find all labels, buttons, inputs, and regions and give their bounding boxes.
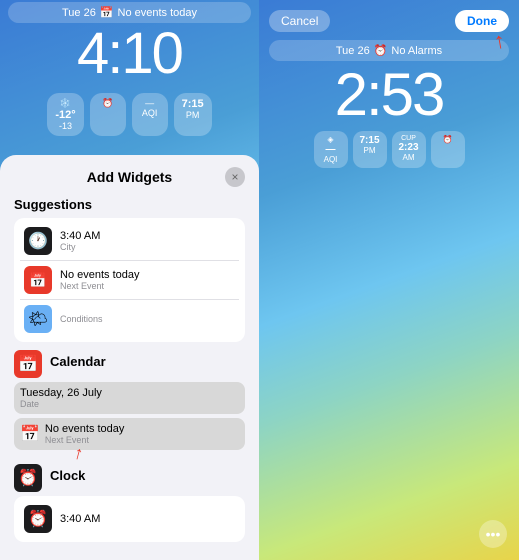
suggestion-clock-icon: 🕐: [24, 227, 52, 255]
suggestion-calendar-icon: 📅: [24, 266, 52, 294]
calendar-item-events-wrapper: 📅 No events today Next Event ↑: [14, 418, 245, 450]
left-status-bar: Tue 26 📅 No events today: [8, 2, 251, 23]
right-top-bar: Cancel Done: [259, 0, 519, 38]
suggestions-box: 🕐 3:40 AM City 📅 No events today Next Ev…: [14, 218, 245, 342]
left-widget-time2: 7:15 PM: [174, 93, 212, 136]
left-widget-weather: ❄️ -12° -13: [47, 93, 83, 136]
calendar-section: 📅 Calendar Tuesday, 26 July Date 📅 No ev…: [14, 350, 245, 450]
left-widgets-row: ❄️ -12° -13 ⏰ — AQI 7:15 PM: [0, 93, 259, 136]
calendar-item-events-inner: 📅 No events today Next Event: [20, 423, 239, 445]
right-widget-cup: CUP 2:23 AM: [392, 131, 426, 168]
calendar-item-events[interactable]: 📅 No events today Next Event: [14, 418, 245, 450]
sheet-header: Add Widgets ×: [14, 167, 245, 187]
left-widget-aqi: — AQI: [132, 93, 168, 136]
right-lock-screen: Cancel Done ↑ Tue 26 ⏰ No Alarms 2:53 ◈ …: [259, 0, 519, 560]
left-calendar-icon: 📅: [100, 6, 114, 19]
sheet-close-button[interactable]: ×: [225, 167, 245, 187]
clock-category-row: ⏰ Clock: [14, 464, 245, 492]
calendar-item-icon: 📅: [20, 424, 40, 444]
right-widgets-row: ◈ — AQI 7:15 PM CUP 2:23 AM ⏰: [259, 131, 519, 168]
left-event-text: No events today: [118, 7, 198, 19]
clock-items-box: ⏰ 3:40 AM: [14, 496, 245, 542]
right-event-text: No Alarms: [391, 45, 442, 57]
left-time: 4:10: [0, 25, 259, 83]
suggestion-calendar-text: No events today Next Event: [60, 269, 140, 291]
suggestion-weather-text: Conditions: [60, 314, 103, 324]
right-status-bar: Tue 26 ⏰ No Alarms: [269, 40, 509, 61]
clock-item-text: 3:40 AM: [60, 513, 100, 525]
cancel-button[interactable]: Cancel: [269, 10, 330, 32]
right-time: 2:53: [259, 65, 519, 125]
calendar-section-label: Calendar: [50, 354, 106, 369]
right-widget-time: 7:15 PM: [353, 131, 387, 168]
suggestion-clock[interactable]: 🕐 3:40 AM City: [20, 222, 239, 261]
suggestion-weather-icon: 🌤: [24, 305, 52, 333]
right-panel: Cancel Done ↑ Tue 26 ⏰ No Alarms 2:53 ◈ …: [259, 0, 519, 560]
add-widgets-sheet: Add Widgets × Suggestions 🕐 3:40 AM City…: [0, 155, 259, 560]
calendar-category-row: 📅 Calendar: [14, 350, 245, 378]
right-widget-aqi: ◈ — AQI: [314, 131, 348, 168]
sheet-title: Add Widgets: [34, 169, 225, 185]
more-button[interactable]: •••: [479, 520, 507, 548]
suggestions-label: Suggestions: [14, 197, 245, 212]
calendar-item-date[interactable]: Tuesday, 26 July Date: [14, 382, 245, 414]
left-widget-clock: ⏰: [90, 93, 126, 136]
calendar-section-icon: 📅: [14, 350, 42, 378]
calendar-item-text: No events today Next Event: [45, 423, 125, 445]
clock-section-label: Clock: [50, 468, 85, 483]
right-widget-alarm: ⏰: [431, 131, 465, 168]
right-date: Tue 26: [336, 45, 370, 57]
suggestion-weather[interactable]: 🌤 Conditions: [20, 300, 239, 338]
suggestion-calendar[interactable]: 📅 No events today Next Event: [20, 261, 239, 300]
left-date: Tue 26: [62, 7, 96, 19]
suggestion-clock-text: 3:40 AM City: [60, 230, 100, 252]
clock-section-icon: ⏰: [14, 464, 42, 492]
left-panel: Tue 26 📅 No events today 4:10 ❄️ -12° -1…: [0, 0, 259, 560]
more-icon: •••: [486, 526, 501, 542]
right-alarm-icon: ⏰: [374, 44, 388, 57]
clock-item[interactable]: ⏰ 3:40 AM: [20, 500, 239, 538]
clock-section: ⏰ Clock ⏰ 3:40 AM: [14, 464, 245, 542]
clock-item-icon: ⏰: [24, 505, 52, 533]
